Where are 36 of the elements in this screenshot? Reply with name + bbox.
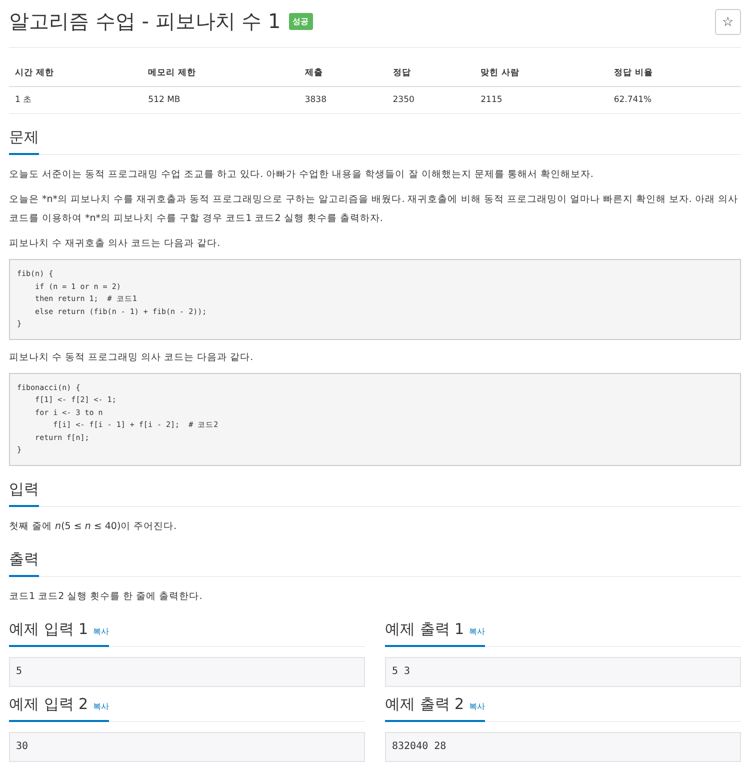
- table-cell: 512 MB: [142, 86, 299, 114]
- sample-heading: 예제 입력 2: [9, 694, 88, 714]
- result-badge: 성공: [288, 13, 313, 30]
- table-cell: 2350: [386, 86, 475, 114]
- column-header: 맞힌 사람: [474, 60, 608, 86]
- copy-link[interactable]: 복사: [469, 700, 486, 712]
- table-cell: 2115: [474, 86, 608, 114]
- copy-link[interactable]: 복사: [93, 626, 110, 636]
- column-header: 정답 비율: [608, 60, 741, 86]
- table-cell: 3838: [298, 86, 387, 114]
- copy-link[interactable]: 복사: [469, 626, 486, 636]
- table-cell: 62.741%: [608, 86, 741, 114]
- column-header: 정답: [386, 60, 475, 86]
- column-header: 메모리 제한: [142, 60, 299, 86]
- column-header: 제출: [298, 60, 387, 86]
- sample-heading: 예제 출력 2: [385, 694, 464, 714]
- sample-data: 832040 28: [385, 732, 741, 762]
- problem-paragraph: 오늘도 서준이는 동적 프로그래밍 수업 조교를 하고 있다. 아빠가 수업한 내용을 학생들이 잘 이해했는지 문제를 통해서 확인해보자.: [9, 168, 594, 182]
- star-button[interactable]: ☆: [715, 8, 741, 34]
- problem-paragraph: 피보나치 수 동적 프로그래밍 의사 코드는 다음과 같다.: [9, 350, 254, 364]
- section-heading: 출력: [9, 550, 39, 576]
- copy-link[interactable]: 복사: [93, 700, 110, 712]
- problem-paragraph: 첫째 줄에 n(5 ≤ n ≤ 40)이 주어진다.: [9, 520, 178, 534]
- section-heading: 문제: [9, 128, 39, 155]
- sample-data: 5 3: [385, 656, 741, 686]
- problem-paragraph: 코드1 코드2 실행 횟수를 한 줄에 출력한다.: [9, 590, 204, 604]
- problem-paragraph: 피보나치 수 재귀호출 의사 코드는 다음과 같다.: [9, 237, 222, 251]
- table-cell: 1 초: [9, 86, 142, 114]
- column-header: 시간 제한: [9, 60, 142, 86]
- sample-heading: 예제 입력 1: [9, 620, 88, 638]
- problem-title: 알고리즘 수업 - 피보나치 수 1: [9, 8, 281, 35]
- sample-heading: 예제 출력 1: [385, 620, 464, 638]
- problem-paragraph: 오늘은 *n*의 피보나치 수를 재귀호출과 동적 프로그래밍으로 구하는 알고리즘을 배웠다. 재귀호출에 비해 동적 프로그래밍이 얼마나 빠른지 확인해 보자. 아래 의사 코드를 이용하여 *n*의 피보나치 수를 구할 경우 코드1 코드2 실행 횟수를 출력하자.: [9, 193, 739, 226]
- sample-data: 5: [9, 656, 365, 686]
- section-heading: 입력: [9, 480, 39, 506]
- sample-data: 30: [9, 732, 365, 762]
